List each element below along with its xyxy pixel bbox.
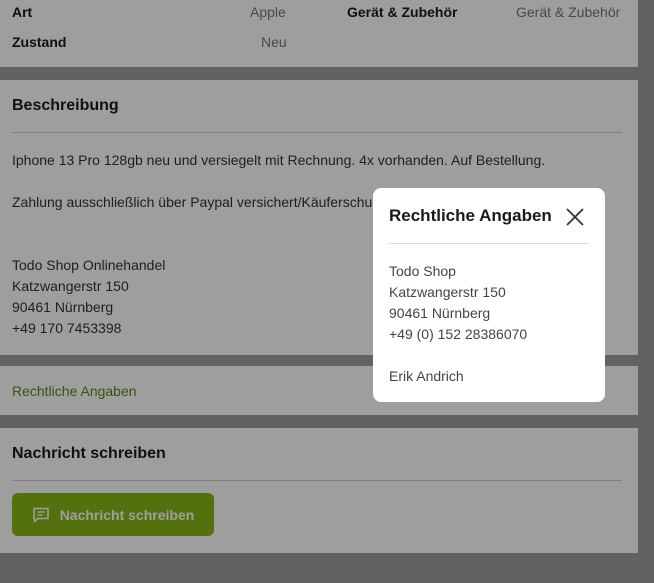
modal-line: Todo Shop xyxy=(389,263,456,279)
modal-title: Rechtliche Angaben xyxy=(389,206,552,225)
page: Art Apple Gerät & Zubehör Gerät & Zubehö… xyxy=(0,0,654,583)
legal-info-modal: Rechtliche Angaben Todo Shop Katzwangers… xyxy=(373,188,605,402)
modal-line: Erik Andrich xyxy=(389,368,464,384)
modal-line: 90461 Nürnberg xyxy=(389,305,491,321)
modal-line: +49 (0) 152 28386070 xyxy=(389,326,528,342)
modal-close-button[interactable] xyxy=(563,205,587,229)
modal-line: Katzwangerstr 150 xyxy=(389,284,506,300)
close-icon xyxy=(563,208,587,232)
modal-divider xyxy=(389,243,589,244)
